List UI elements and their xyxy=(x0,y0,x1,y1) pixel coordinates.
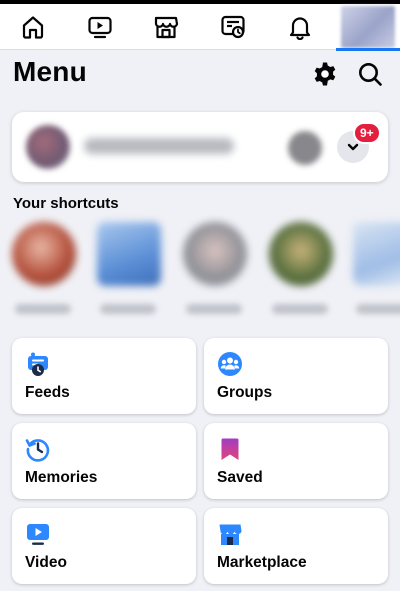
active-tab-indicator xyxy=(336,48,400,51)
shortcut-item[interactable] xyxy=(266,222,336,322)
tab-feeds[interactable] xyxy=(200,4,266,50)
profile-avatar xyxy=(26,125,70,169)
shortcut-item[interactable] xyxy=(350,222,400,322)
marketplace-icon xyxy=(154,16,179,39)
profile-name-blurred xyxy=(84,138,234,154)
shortcut-image xyxy=(269,222,333,286)
settings-button[interactable] xyxy=(311,60,339,88)
groups-icon xyxy=(217,351,243,377)
tile-memories[interactable]: Memories xyxy=(12,423,196,499)
tile-label: Groups xyxy=(217,384,273,401)
secondary-profile-avatar[interactable] xyxy=(288,131,322,165)
gear-icon xyxy=(314,62,336,86)
shortcut-item[interactable] xyxy=(9,222,79,322)
shortcut-image xyxy=(12,222,76,286)
tile-marketplace[interactable]: Marketplace xyxy=(204,508,388,584)
bookmark-icon xyxy=(217,436,243,462)
home-icon xyxy=(22,16,44,39)
tab-video[interactable] xyxy=(67,4,133,50)
shortcut-image xyxy=(183,222,247,286)
shortcut-item[interactable] xyxy=(180,222,250,322)
tile-feeds[interactable]: Feeds xyxy=(12,338,196,414)
video-icon xyxy=(88,16,112,39)
profile-thumbnail xyxy=(341,6,395,48)
video-play-icon xyxy=(25,521,51,547)
shortcuts-heading: Your shortcuts xyxy=(13,195,119,212)
tile-label: Saved xyxy=(217,469,263,486)
shortcut-label-blurred xyxy=(272,304,328,314)
tile-label: Video xyxy=(25,554,67,571)
search-icon xyxy=(359,63,382,86)
memories-icon xyxy=(25,436,51,462)
tab-marketplace[interactable] xyxy=(133,4,199,50)
tile-saved[interactable]: Saved xyxy=(204,423,388,499)
search-button[interactable] xyxy=(356,60,384,88)
shortcut-item[interactable] xyxy=(94,222,164,322)
page-title: Menu xyxy=(13,56,87,87)
shortcut-label-blurred xyxy=(186,304,242,314)
tab-menu-profile[interactable] xyxy=(336,4,400,51)
shortcut-label-blurred xyxy=(356,304,400,314)
tile-label: Feeds xyxy=(25,384,70,401)
top-nav-bar xyxy=(0,0,400,51)
profile-card[interactable]: 9+ xyxy=(12,112,388,182)
tile-label: Memories xyxy=(25,469,98,486)
shortcut-image xyxy=(97,222,161,286)
feeds-icon xyxy=(221,15,245,39)
tile-groups[interactable]: Groups xyxy=(204,338,388,414)
feeds-clock-icon xyxy=(25,351,51,377)
shortcut-label-blurred xyxy=(100,304,156,314)
shortcut-label-blurred xyxy=(15,304,71,314)
bell-icon xyxy=(289,17,311,40)
tab-home[interactable] xyxy=(0,4,66,50)
notification-badge: 9+ xyxy=(353,122,381,144)
shop-icon xyxy=(217,521,243,547)
tile-video[interactable]: Video xyxy=(12,508,196,584)
shortcut-image xyxy=(353,222,400,286)
tile-label: Marketplace xyxy=(217,554,307,571)
tab-notifications[interactable] xyxy=(267,4,333,50)
